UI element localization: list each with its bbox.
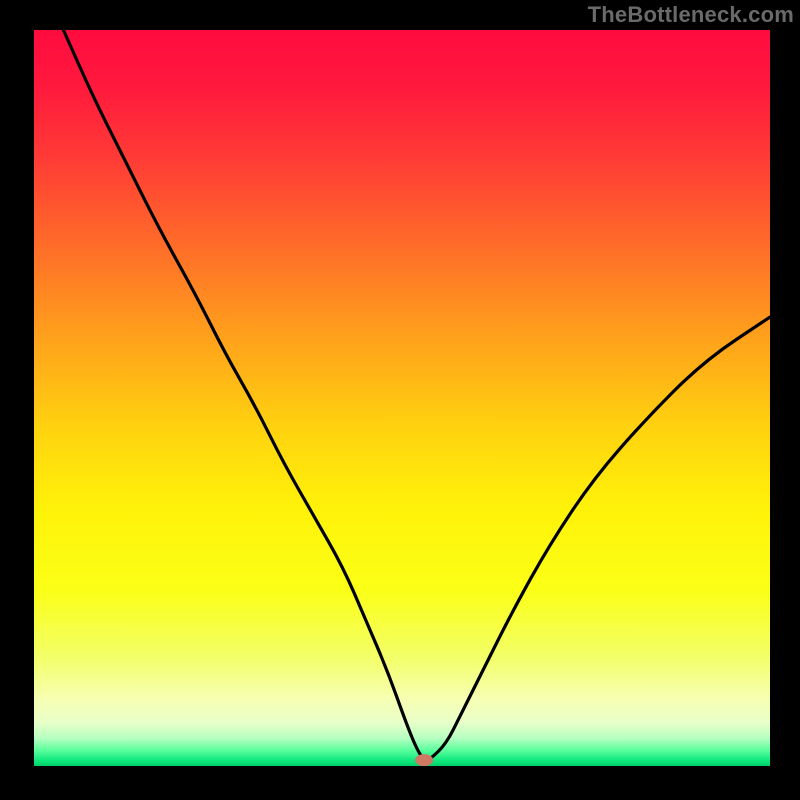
attribution-text: TheBottleneck.com: [588, 2, 794, 28]
chart-frame: TheBottleneck.com: [0, 0, 800, 800]
bottleneck-marker: [415, 754, 433, 766]
gradient-background: [34, 30, 770, 766]
bottleneck-chart: [0, 0, 800, 800]
